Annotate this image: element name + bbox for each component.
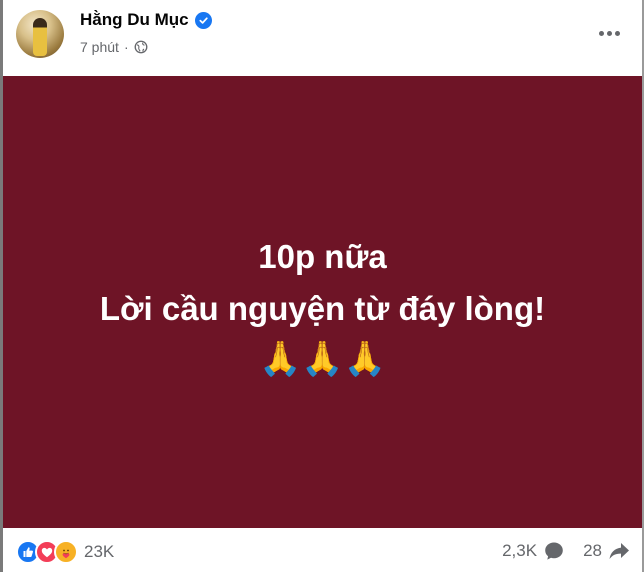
post-timestamp[interactable]: 7 phút bbox=[80, 39, 119, 55]
share-count[interactable]: 28 bbox=[583, 541, 602, 561]
reactions-summary[interactable]: 23K bbox=[16, 540, 114, 564]
avatar-photo-figure bbox=[33, 18, 47, 56]
post-header: Hằng Du Mục 7 phút · bbox=[0, 0, 644, 76]
post-text-line-1: 10p nữa bbox=[258, 238, 387, 275]
post-content-card: 10p nữa Lời cầu nguyện từ đáy lòng! 🙏🙏🙏 bbox=[3, 76, 642, 528]
globe-icon[interactable] bbox=[134, 40, 148, 54]
author-name[interactable]: Hằng Du Mục bbox=[80, 10, 189, 30]
author-row: Hằng Du Mục bbox=[80, 10, 212, 30]
post-footer: 23K 2,3K 28 bbox=[0, 528, 644, 572]
dot-icon bbox=[614, 30, 620, 36]
dot-icon bbox=[598, 30, 604, 36]
meta-separator: · bbox=[123, 39, 129, 55]
more-options-button[interactable] bbox=[594, 18, 624, 48]
dot-icon bbox=[606, 30, 612, 36]
share-icon[interactable] bbox=[608, 541, 630, 561]
reaction-count[interactable]: 23K bbox=[84, 542, 114, 562]
post-text-line-2: Lời cầu nguyện từ đáy lòng! bbox=[99, 290, 546, 327]
post-text: 10p nữa Lời cầu nguyện từ đáy lòng! bbox=[3, 231, 642, 335]
avatar[interactable] bbox=[16, 10, 64, 58]
comment-icon[interactable] bbox=[543, 540, 565, 562]
engagement-stats: 2,3K 28 bbox=[502, 540, 630, 562]
post-meta: 7 phút · bbox=[80, 39, 148, 55]
praying-hands-emoji: 🙏🙏🙏 bbox=[258, 340, 386, 378]
verified-badge-icon bbox=[194, 11, 212, 29]
care-icon bbox=[54, 540, 78, 564]
comment-count[interactable]: 2,3K bbox=[502, 541, 537, 561]
